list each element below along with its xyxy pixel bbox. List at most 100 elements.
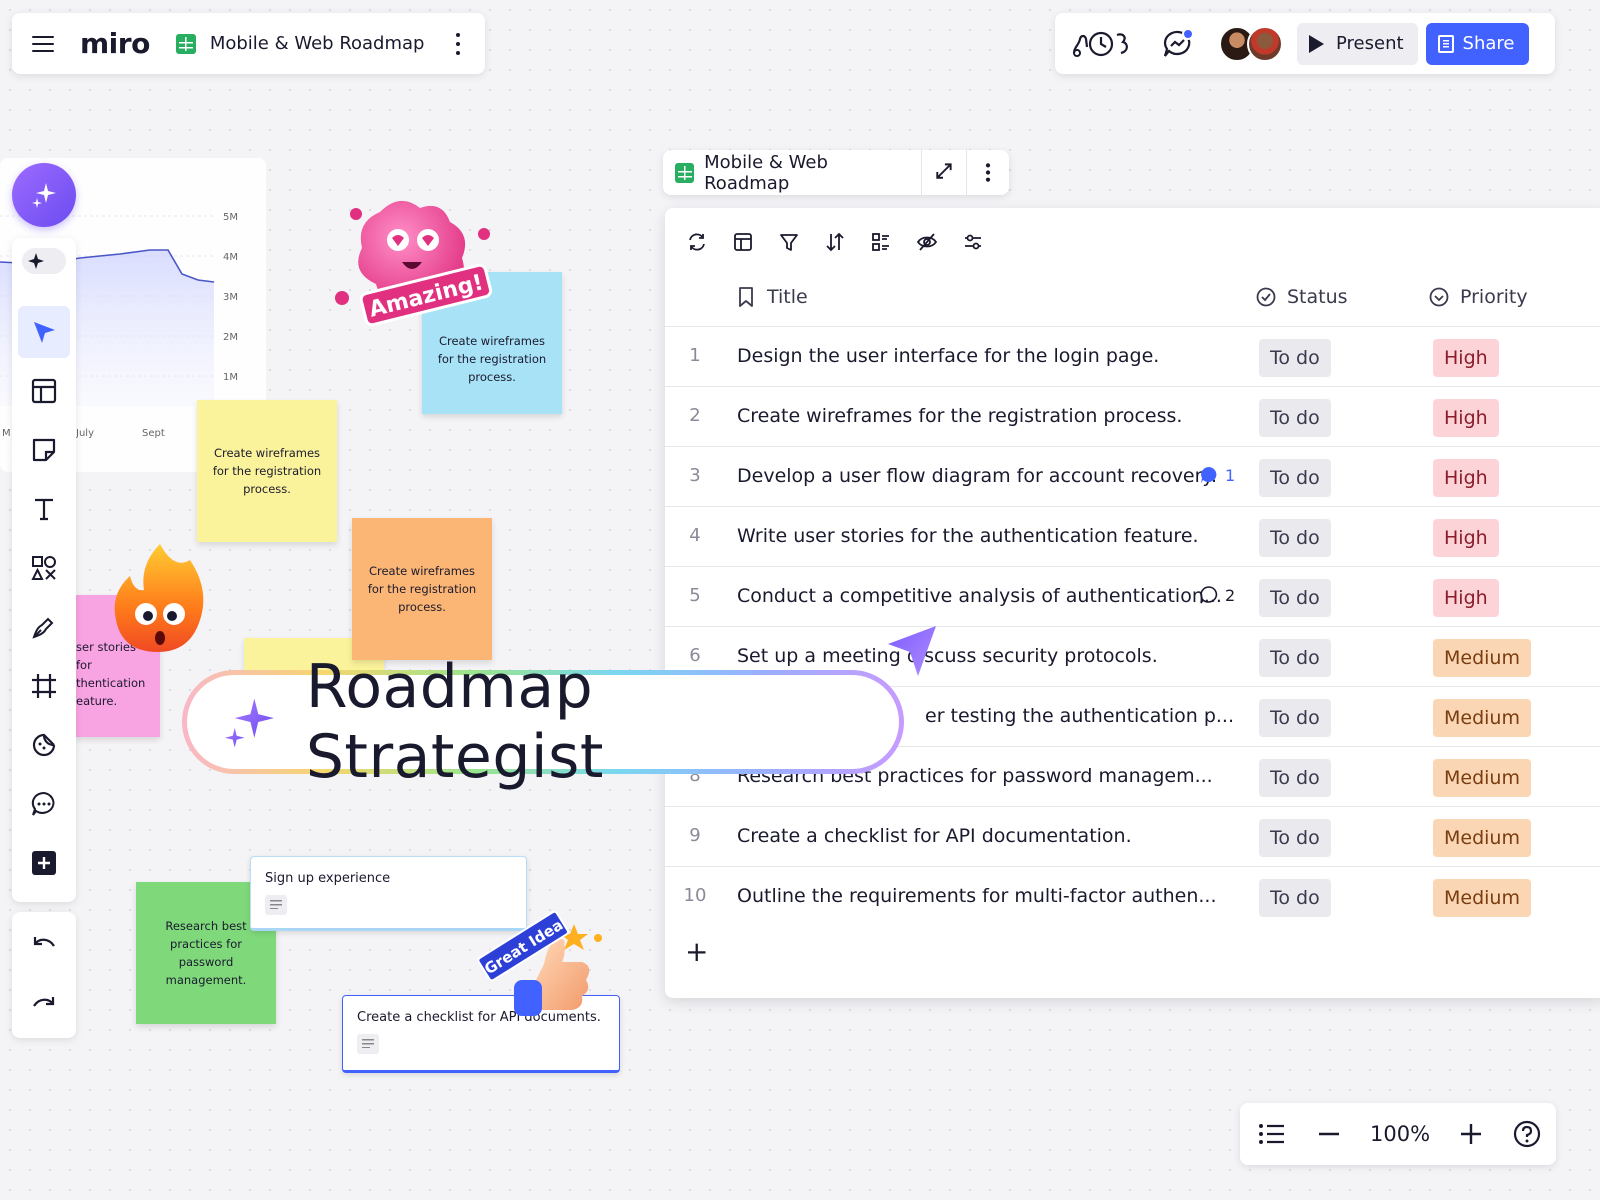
row-title[interactable]: Write user stories for the authenticatio… [737, 525, 1199, 547]
text-tool[interactable] [18, 483, 70, 535]
table-name[interactable]: Mobile & Web Roadmap [704, 152, 909, 194]
sticky-note-yellow[interactable]: Create wireframes for the registration p… [197, 400, 337, 542]
table-row[interactable]: 9 Create a checklist for API documentati… [665, 806, 1600, 866]
hide-fields-icon[interactable] [913, 228, 941, 256]
pen-tool[interactable] [18, 601, 70, 653]
priority-badge[interactable]: Medium [1433, 759, 1531, 797]
status-badge[interactable]: To do [1259, 519, 1331, 557]
y-tick: 3M [223, 292, 238, 303]
status-badge[interactable]: To do [1259, 579, 1331, 617]
board-name[interactable]: Mobile & Web Roadmap [210, 33, 425, 54]
expand-icon[interactable] [922, 150, 966, 195]
chat-button[interactable] [1161, 27, 1195, 61]
ai-toggle[interactable] [22, 248, 66, 274]
priority-badge[interactable]: High [1433, 579, 1499, 617]
more-apps-tool[interactable] [18, 837, 70, 889]
share-button[interactable]: Share [1425, 22, 1529, 65]
zoom-level[interactable]: 100% [1370, 1122, 1430, 1146]
status-badge[interactable]: To do [1259, 699, 1331, 737]
status-badge[interactable]: To do [1259, 399, 1331, 437]
comment-count[interactable]: 2 [1199, 585, 1235, 605]
priority-badge[interactable]: Medium [1433, 879, 1531, 917]
status-badge[interactable]: To do [1259, 459, 1331, 497]
priority-badge[interactable]: Medium [1433, 639, 1531, 677]
priority-badge[interactable]: Medium [1433, 699, 1531, 737]
filter-icon[interactable] [775, 228, 803, 256]
table-row[interactable]: 1 Design the user interface for the logi… [665, 326, 1600, 386]
table-row[interactable]: 4 Write user stories for the authenticat… [665, 506, 1600, 566]
priority-badge[interactable]: High [1433, 459, 1499, 497]
row-number: 1 [689, 345, 701, 366]
row-title[interactable]: Conduct a competitive analysis of authen… [737, 585, 1222, 607]
reactions-icon[interactable] [1071, 29, 1133, 59]
sticky-note-orange[interactable]: Create wireframes for the registration p… [352, 518, 492, 660]
sparkle-icon [28, 253, 44, 269]
table-row[interactable]: 2 Create wireframes for the registration… [665, 386, 1600, 446]
column-header-title[interactable]: Title [737, 286, 808, 308]
table-row[interactable]: 3 Develop a user flow diagram for accoun… [665, 446, 1600, 506]
row-number: 2 [689, 405, 701, 426]
x-tick: Sept [142, 428, 165, 439]
select-tool[interactable] [18, 306, 70, 358]
group-icon[interactable] [867, 228, 895, 256]
comment-tool[interactable] [18, 778, 70, 830]
column-header-priority[interactable]: Priority [1428, 286, 1528, 308]
status-badge[interactable]: To do [1259, 339, 1331, 377]
row-title[interactable]: Outline the requirements for multi-facto… [737, 885, 1216, 907]
status-badge[interactable]: To do [1259, 819, 1331, 857]
present-button[interactable]: Present [1297, 22, 1418, 65]
card-title: Sign up experience [265, 871, 391, 886]
sticky-note-tool[interactable] [18, 424, 70, 476]
board-list-icon[interactable] [1258, 1122, 1286, 1146]
undo-button[interactable] [18, 918, 70, 970]
avatar[interactable] [1247, 25, 1283, 62]
row-title[interactable]: Create a checklist for API documentation… [737, 825, 1132, 847]
column-label: Status [1287, 286, 1348, 308]
row-title[interactable]: Develop a user flow diagram for account … [737, 465, 1217, 487]
banner-inner: Roadmap Strategist [187, 652, 899, 792]
add-row-button[interactable]: + [685, 938, 708, 966]
zoom-out-icon[interactable] [1316, 1121, 1342, 1147]
fire-sticker[interactable] [100, 540, 220, 660]
row-title[interactable]: er testing the authentication p... [925, 705, 1234, 727]
frame-tool[interactable] [18, 660, 70, 712]
help-icon[interactable] [1512, 1119, 1542, 1149]
column-label: Title [767, 286, 808, 308]
great-idea-sticker[interactable]: Great Idea [478, 904, 608, 1024]
collaborator-avatars[interactable] [1219, 25, 1283, 62]
status-badge[interactable]: To do [1259, 879, 1331, 917]
ai-assistant-button[interactable] [12, 163, 76, 227]
y-tick: 1M [223, 372, 238, 383]
history-toolbar [12, 912, 76, 1038]
sort-icon[interactable] [821, 228, 849, 256]
priority-badge[interactable]: High [1433, 399, 1499, 437]
zoom-in-icon[interactable] [1458, 1121, 1484, 1147]
roadmap-strategist-banner[interactable]: Roadmap Strategist [182, 652, 904, 792]
status-badge[interactable]: To do [1259, 639, 1331, 677]
status-badge[interactable]: To do [1259, 759, 1331, 797]
row-title[interactable]: Design the user interface for the login … [737, 345, 1159, 367]
menu-icon[interactable] [32, 35, 56, 53]
table-row[interactable]: 5 Conduct a competitive analysis of auth… [665, 566, 1600, 626]
redo-button[interactable] [18, 978, 70, 1030]
sync-icon[interactable] [683, 228, 711, 256]
amazing-sticker[interactable]: Amazing! [330, 192, 500, 332]
shapes-tool[interactable] [18, 542, 70, 594]
column-header-status[interactable]: Status [1255, 286, 1348, 308]
table-menu-icon[interactable] [967, 150, 1009, 195]
left-toolbar [12, 238, 76, 902]
settings-sliders-icon[interactable] [959, 228, 987, 256]
x-tick: July [75, 428, 94, 439]
row-title[interactable]: Create wireframes for the registration p… [737, 405, 1182, 427]
templates-tool[interactable] [18, 365, 70, 417]
comment-number: 2 [1225, 585, 1236, 605]
view-layout-icon[interactable] [729, 228, 757, 256]
priority-badge[interactable]: High [1433, 519, 1499, 557]
stickers-tool[interactable] [18, 719, 70, 771]
comment-count[interactable]: 1 [1199, 465, 1235, 485]
priority-badge[interactable]: High [1433, 339, 1499, 377]
table-row[interactable]: 10 Outline the requirements for multi-fa… [665, 866, 1600, 926]
top-left-bar: miro Mobile & Web Roadmap [12, 13, 485, 74]
board-menu-icon[interactable] [455, 32, 461, 55]
priority-badge[interactable]: Medium [1433, 819, 1531, 857]
